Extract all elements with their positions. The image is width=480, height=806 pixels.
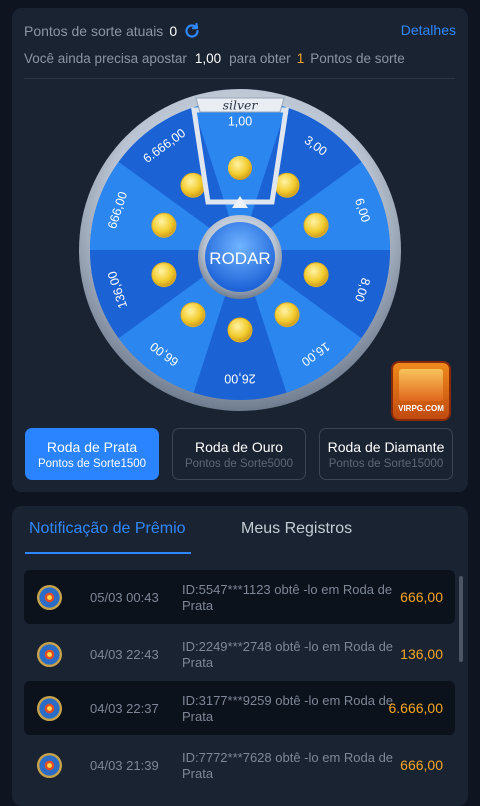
tier-diamond-button[interactable]: Roda de Diamante Pontos de Sorte15000	[319, 428, 453, 480]
active-tab-indicator	[25, 552, 191, 554]
coin-icon	[274, 302, 300, 328]
coin-icon	[151, 262, 177, 288]
coin-icon	[303, 212, 329, 238]
silver-badge-label: silver	[223, 98, 259, 113]
notification-value: 666,00	[400, 589, 443, 605]
need-suffix: Pontos de sorte	[310, 51, 405, 66]
notification-description: ID:3177***9259 obtê -lo em Roda de Prata	[182, 693, 394, 724]
medal-icon	[36, 584, 63, 611]
refresh-icon[interactable]	[183, 22, 201, 40]
tab-prize-notifications[interactable]: Notificação de Prêmio	[29, 520, 186, 538]
points-label: Pontos de sorte atuais	[24, 23, 164, 39]
notification-value: 666,00	[400, 757, 443, 773]
notification-date: 05/03 00:43	[90, 590, 159, 605]
notification-date: 04/03 21:39	[90, 758, 159, 773]
notification-row: 04/03 22:37 ID:3177***9259 obtê -lo em R…	[24, 681, 455, 735]
notification-value: 136,00	[400, 646, 443, 662]
tier-gold-button[interactable]: Roda de Ouro Pontos de Sorte5000	[172, 428, 306, 480]
notification-row: 05/03 00:43 ID:5547***1123 obtê -lo em R…	[24, 570, 455, 624]
prize-wheel: 1,003,006,008,0016,0026,0066,00136,00666…	[79, 89, 401, 411]
scrollbar[interactable]	[459, 576, 463, 662]
tier-title: Roda de Ouro	[195, 439, 283, 455]
tier-title: Roda de Prata	[46, 439, 138, 455]
notification-description: ID:7772***7628 obtê -lo em Roda de Prata	[182, 750, 394, 781]
prize-notifications-card: Notificação de Prêmio Meus Registros 05/…	[12, 506, 468, 806]
coin-icon	[228, 156, 252, 180]
notification-row: 04/03 21:39 ID:7772***7628 obtê -lo em R…	[24, 738, 455, 792]
tier-silver-button[interactable]: Roda de Prata Pontos de Sorte1500	[25, 428, 159, 480]
medal-icon	[36, 752, 63, 779]
coin-icon	[227, 317, 253, 343]
coin-icon	[180, 302, 206, 328]
coin-icon	[151, 212, 177, 238]
tier-title: Roda de Diamante	[327, 439, 445, 455]
notification-date: 04/03 22:37	[90, 701, 159, 716]
details-link[interactable]: Detalhes	[401, 22, 456, 38]
medal-icon	[36, 695, 63, 722]
need-prefix: Você ainda precisa apostar	[24, 51, 187, 66]
coin-icon	[274, 172, 300, 198]
tier-subtitle: Pontos de Sorte5000	[184, 458, 294, 470]
tab-my-records[interactable]: Meus Registros	[241, 520, 352, 538]
spin-button-label: RODAR	[209, 249, 270, 268]
notification-description: ID:2249***2748 obtê -lo em Roda de Prata	[182, 639, 394, 670]
prize-label: 26,00	[224, 372, 255, 386]
coin-icon	[303, 262, 329, 288]
current-points: Pontos de sorte atuais 0	[24, 22, 201, 40]
notification-row: 04/03 22:43 ID:2249***2748 obtê -lo em R…	[24, 627, 455, 681]
coin-icon	[180, 172, 206, 198]
points-value: 0	[169, 23, 178, 39]
need-points: 1	[296, 51, 305, 66]
bet-requirement: Você ainda precisa apostar 1,00 para obter…	[24, 51, 405, 66]
tier-subtitle: Pontos de Sorte1500	[37, 458, 147, 470]
need-amount: 1,00	[194, 51, 222, 66]
tier-subtitle: Pontos de Sorte15000	[328, 458, 444, 470]
medal-icon	[36, 641, 63, 668]
need-middle: para obter	[229, 51, 291, 66]
notification-value: 6.666,00	[388, 700, 444, 716]
divider	[24, 78, 455, 79]
notification-description: ID:5547***1123 obtê -lo em Roda de Prata	[182, 582, 393, 613]
notification-date: 04/03 22:43	[90, 647, 159, 662]
prize-label: 1,00	[228, 114, 252, 128]
